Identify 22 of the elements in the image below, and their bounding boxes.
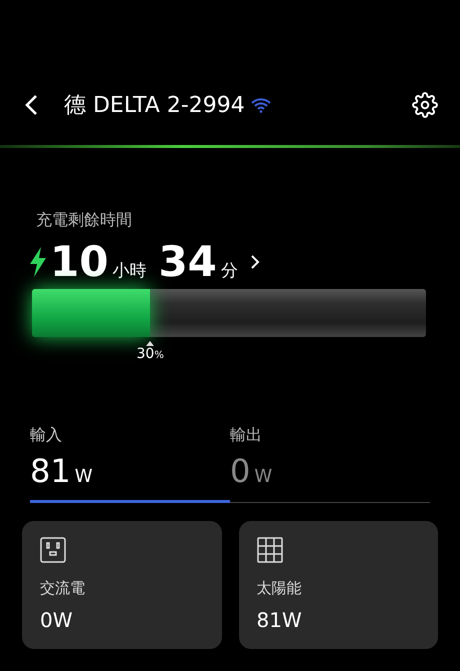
battery-percent: 30% [136, 346, 164, 362]
source-value: 0W [40, 608, 74, 632]
source-card[interactable]: 太陽能 81W [238, 521, 438, 649]
details-chevron-button[interactable] [250, 254, 260, 270]
minutes-unit: 分 [220, 260, 238, 282]
lightning-icon [30, 247, 46, 277]
source-value: 81W [256, 608, 303, 632]
solar-panel-icon [256, 537, 282, 563]
power-tab[interactable]: 輸入 81 W [30, 425, 230, 503]
hours-value: 10 [50, 241, 108, 283]
source-card[interactable]: 交流電 0W [22, 521, 222, 649]
source-label: 太陽能 [256, 579, 302, 598]
outlet-icon [40, 537, 66, 563]
minutes-value: 34 [158, 241, 217, 283]
settings-button[interactable] [412, 92, 438, 118]
source-label: 交流電 [40, 579, 86, 598]
hours-unit: 小時 [112, 260, 146, 282]
device-title: 德 DELTA 2-2994 [64, 92, 245, 120]
power-tab[interactable]: 輸出 0 W [230, 425, 430, 503]
charge-time-label: 充電剩餘時間 [36, 210, 133, 231]
marker-triangle-icon [146, 341, 154, 346]
back-button[interactable] [24, 94, 38, 116]
